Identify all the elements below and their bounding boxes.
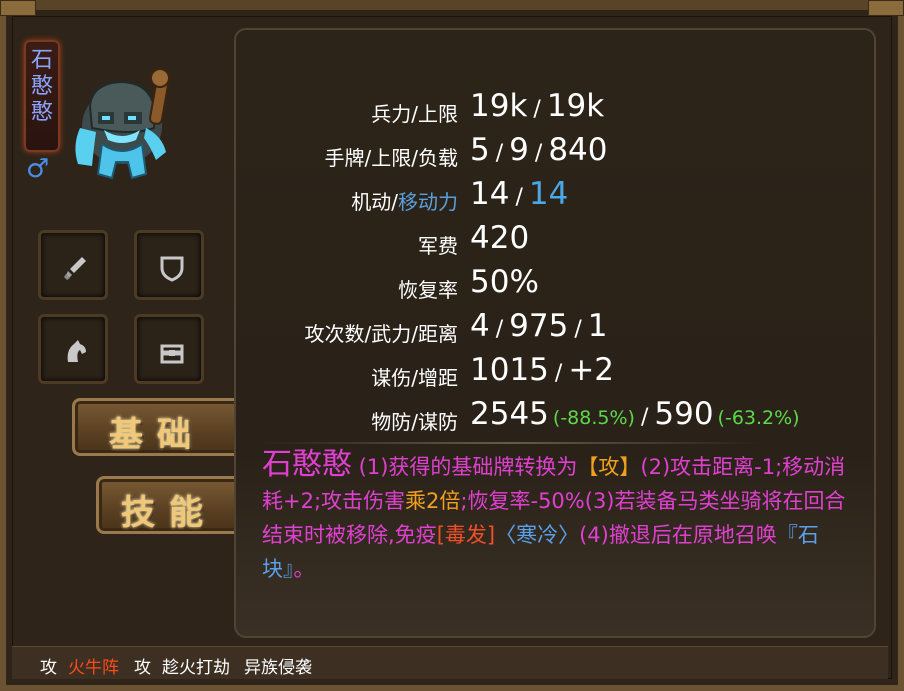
stat-value: 50% (470, 264, 539, 300)
cold-status: 〈寒冷〉 (495, 523, 580, 547)
separator: / (640, 405, 649, 430)
stat-value: 19k/19k (470, 88, 604, 124)
stat-row-recovery: 恢复率 50% (236, 264, 876, 304)
separator: / (554, 361, 563, 386)
separator: / (515, 185, 523, 210)
poison-status: [毒发] (436, 523, 496, 547)
strategy-defense: 590 (654, 396, 714, 432)
stat-label: 攻次数/武力/距离 (304, 322, 458, 346)
status-text: 攻 (40, 658, 57, 678)
hand-current: 5 (470, 132, 490, 168)
description-text: (4)撤退后在原地召唤 (579, 523, 777, 547)
unit-name: 石憨憨 (30, 48, 53, 125)
equipment-slot-weapon[interactable] (38, 230, 108, 300)
bottom-status-bar: 攻 火牛阵 攻 趁火打劫 异族侵袭 (12, 646, 888, 679)
physical-defense-percent: (-88.5%) (552, 407, 635, 429)
force: 975 (509, 308, 569, 344)
frame-corner (868, 0, 904, 16)
tab-skills-label: 技能 (121, 493, 217, 533)
tab-skills[interactable]: 技能 (96, 476, 242, 534)
stat-row-hand: 手牌/上限/负载 5/9/840 (236, 132, 876, 172)
stat-row-mobility: 机动/移动力 14/14 (236, 176, 876, 216)
stat-value: 4/975/1 (470, 308, 607, 344)
troops-max: 19k (546, 88, 605, 124)
frame-corner (0, 0, 36, 16)
stat-label: 物防/谋防 (371, 410, 458, 434)
strategy-defense-percent: (-63.2%) (717, 407, 800, 429)
stat-label: 手牌/上限/负载 (324, 146, 458, 170)
separator: / (534, 141, 543, 166)
separator: / (495, 317, 504, 342)
stat-row-cost: 军费 420 (236, 220, 876, 260)
tab-basic[interactable]: 基础 (72, 398, 242, 456)
stat-row-troops: 兵力/上限 19k/19k (236, 88, 876, 128)
unit-info-panel: 兵力/上限 19k/19k 手牌/上限/负载 5/9/840 机动/移动力 14… (234, 28, 876, 638)
damage-multiplier: 乘2倍 (405, 489, 461, 513)
status-text-highlight: 火牛阵 (68, 658, 119, 678)
status-text: 异族侵袭 (244, 658, 312, 678)
attack-count: 4 (470, 308, 490, 344)
separator: / (495, 141, 504, 166)
movement-label: 移动力 (398, 190, 458, 214)
treasure-chest-icon (160, 344, 184, 364)
stat-value: 14/14 (470, 176, 568, 212)
separator: / (574, 317, 582, 342)
stat-label: 恢复率 (398, 278, 458, 302)
range-bonus: +2 (568, 352, 615, 388)
separator: / (533, 97, 541, 122)
stat-value: 2545 (-88.5%)/590 (-63.2%) (470, 396, 800, 432)
stat-label: 谋伤/增距 (371, 366, 458, 390)
sword-icon (64, 257, 86, 280)
description-title: 石憨憨 (262, 447, 352, 482)
tab-basic-label: 基础 (109, 415, 205, 455)
hand-max: 9 (509, 132, 529, 168)
unit-description: 石憨憨 (1)获得的基础牌转换为【攻】(2)攻击距离-1;移动消耗+2;攻击伤害… (262, 448, 862, 586)
description-text: 。 (293, 557, 315, 581)
male-icon: ♂ (26, 154, 50, 184)
horse-icon (67, 340, 86, 362)
stat-label: 军费 (418, 234, 458, 258)
description-text: (1)获得的基础牌转换为 (352, 455, 578, 479)
range: 1 (587, 308, 608, 344)
stat-row-strategy: 谋伤/增距 1015/+2 (236, 352, 876, 392)
status-text: 趁火打劫 (162, 658, 230, 678)
equipment-slot-mount[interactable] (38, 314, 108, 384)
hand-load: 840 (548, 132, 608, 168)
stat-value: 420 (470, 220, 530, 256)
mobility-value: 14 (470, 176, 510, 212)
movement-value: 14 (528, 176, 569, 212)
equipment-slot-treasure[interactable] (134, 314, 204, 384)
stat-row-defense: 物防/谋防 2545 (-88.5%)/590 (-63.2%) (236, 396, 876, 436)
stat-value: 1015/+2 (470, 352, 614, 388)
stat-value: 5/9/840 (470, 132, 607, 168)
attack-card: 【攻】 (577, 455, 641, 479)
unit-name-tag: 石憨憨 (24, 40, 60, 152)
physical-defense: 2545 (470, 396, 549, 432)
status-text: 攻 (134, 658, 151, 678)
golem-portrait (75, 68, 171, 180)
mobility-label: 机动/ (351, 190, 398, 214)
stat-label: 机动/移动力 (351, 186, 458, 215)
divider (260, 442, 760, 444)
equipment-slot-armor[interactable] (134, 230, 204, 300)
troops-current: 19k (470, 88, 528, 124)
stat-label: 兵力/上限 (371, 102, 458, 126)
strategy-damage: 1015 (470, 352, 549, 388)
stat-row-attack: 攻次数/武力/距离 4/975/1 (236, 308, 876, 348)
shield-icon (160, 256, 184, 282)
